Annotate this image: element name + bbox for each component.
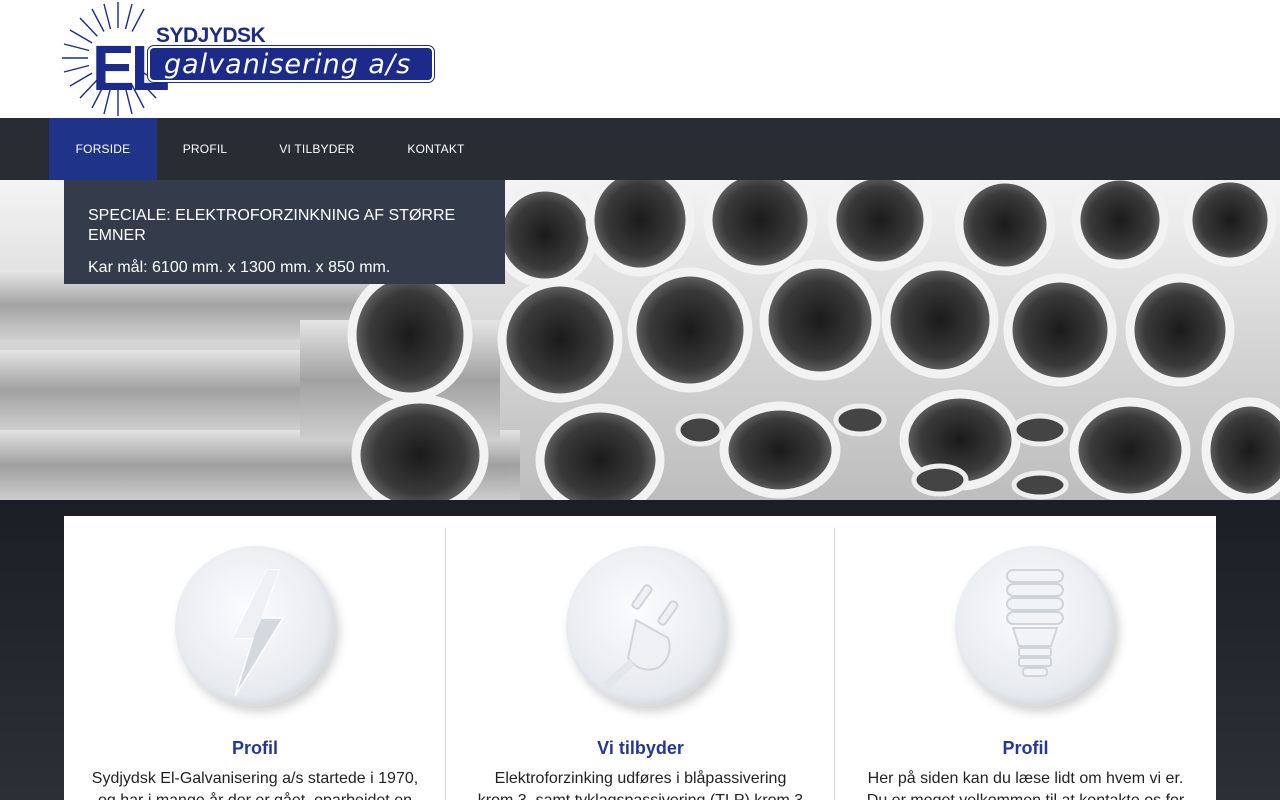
feature-title[interactable]: Vi tilbyder — [446, 738, 835, 759]
hero-specialty-text: SPECIALE: ELEKTROFORZINKNING AF STØRRE E… — [88, 207, 456, 244]
light-bulb-icon[interactable] — [955, 546, 1115, 706]
feature-text: Elektroforzinking udføres i blåpassiveri… — [478, 770, 803, 800]
feature-title[interactable]: Profil — [64, 738, 446, 759]
nav-item-profil[interactable]: PROFIL — [157, 118, 253, 180]
features-panel: Profil Sydjydsk El-Galvanisering a/s sta… — [64, 516, 1216, 800]
electric-plug-icon[interactable] — [566, 546, 726, 706]
hero-dimensions-text: Kar mål: 6100 mm. x 1300 mm. x 850 mm. — [88, 259, 391, 276]
hero-caption-box: SPECIALE: ELEKTROFORZINKNING AF STØRRE E… — [64, 180, 505, 284]
feature-title[interactable]: Profil — [835, 738, 1216, 759]
nav-item-vi-tilbyder[interactable]: VI TILBYDER — [253, 118, 381, 180]
lightning-bolt-icon[interactable] — [175, 546, 335, 706]
feature-column-profil: Profil Sydjydsk El-Galvanisering a/s sta… — [64, 516, 446, 800]
logo-top-text: SYDJYDSK — [156, 24, 266, 47]
company-logo[interactable]: SYDJYDSK EL galvanisering a/s — [60, 0, 440, 118]
site-header: SYDJYDSK EL galvanisering a/s — [0, 0, 1280, 118]
logo-bar: galvanisering a/s — [148, 46, 434, 82]
nav-item-kontakt[interactable]: KONTAKT — [381, 118, 491, 180]
logo-bar-text: galvanisering a/s — [164, 49, 412, 80]
feature-text: Her på siden kan du læse lidt om hvem vi… — [867, 770, 1184, 800]
feature-column-profil-2: Profil Her på siden kan du læse lidt om … — [835, 516, 1216, 800]
feature-column-vi-tilbyder: Vi tilbyder Elektroforzinking udføres i … — [446, 516, 835, 800]
feature-text: Sydjydsk El-Galvanisering a/s startede i… — [91, 770, 419, 800]
hero-banner: SPECIALE: ELEKTROFORZINKNING AF STØRRE E… — [0, 180, 1280, 500]
nav-item-forside[interactable]: FORSIDE — [49, 118, 157, 180]
main-nav: FORSIDE PROFIL VI TILBYDER KONTAKT — [0, 118, 1280, 180]
